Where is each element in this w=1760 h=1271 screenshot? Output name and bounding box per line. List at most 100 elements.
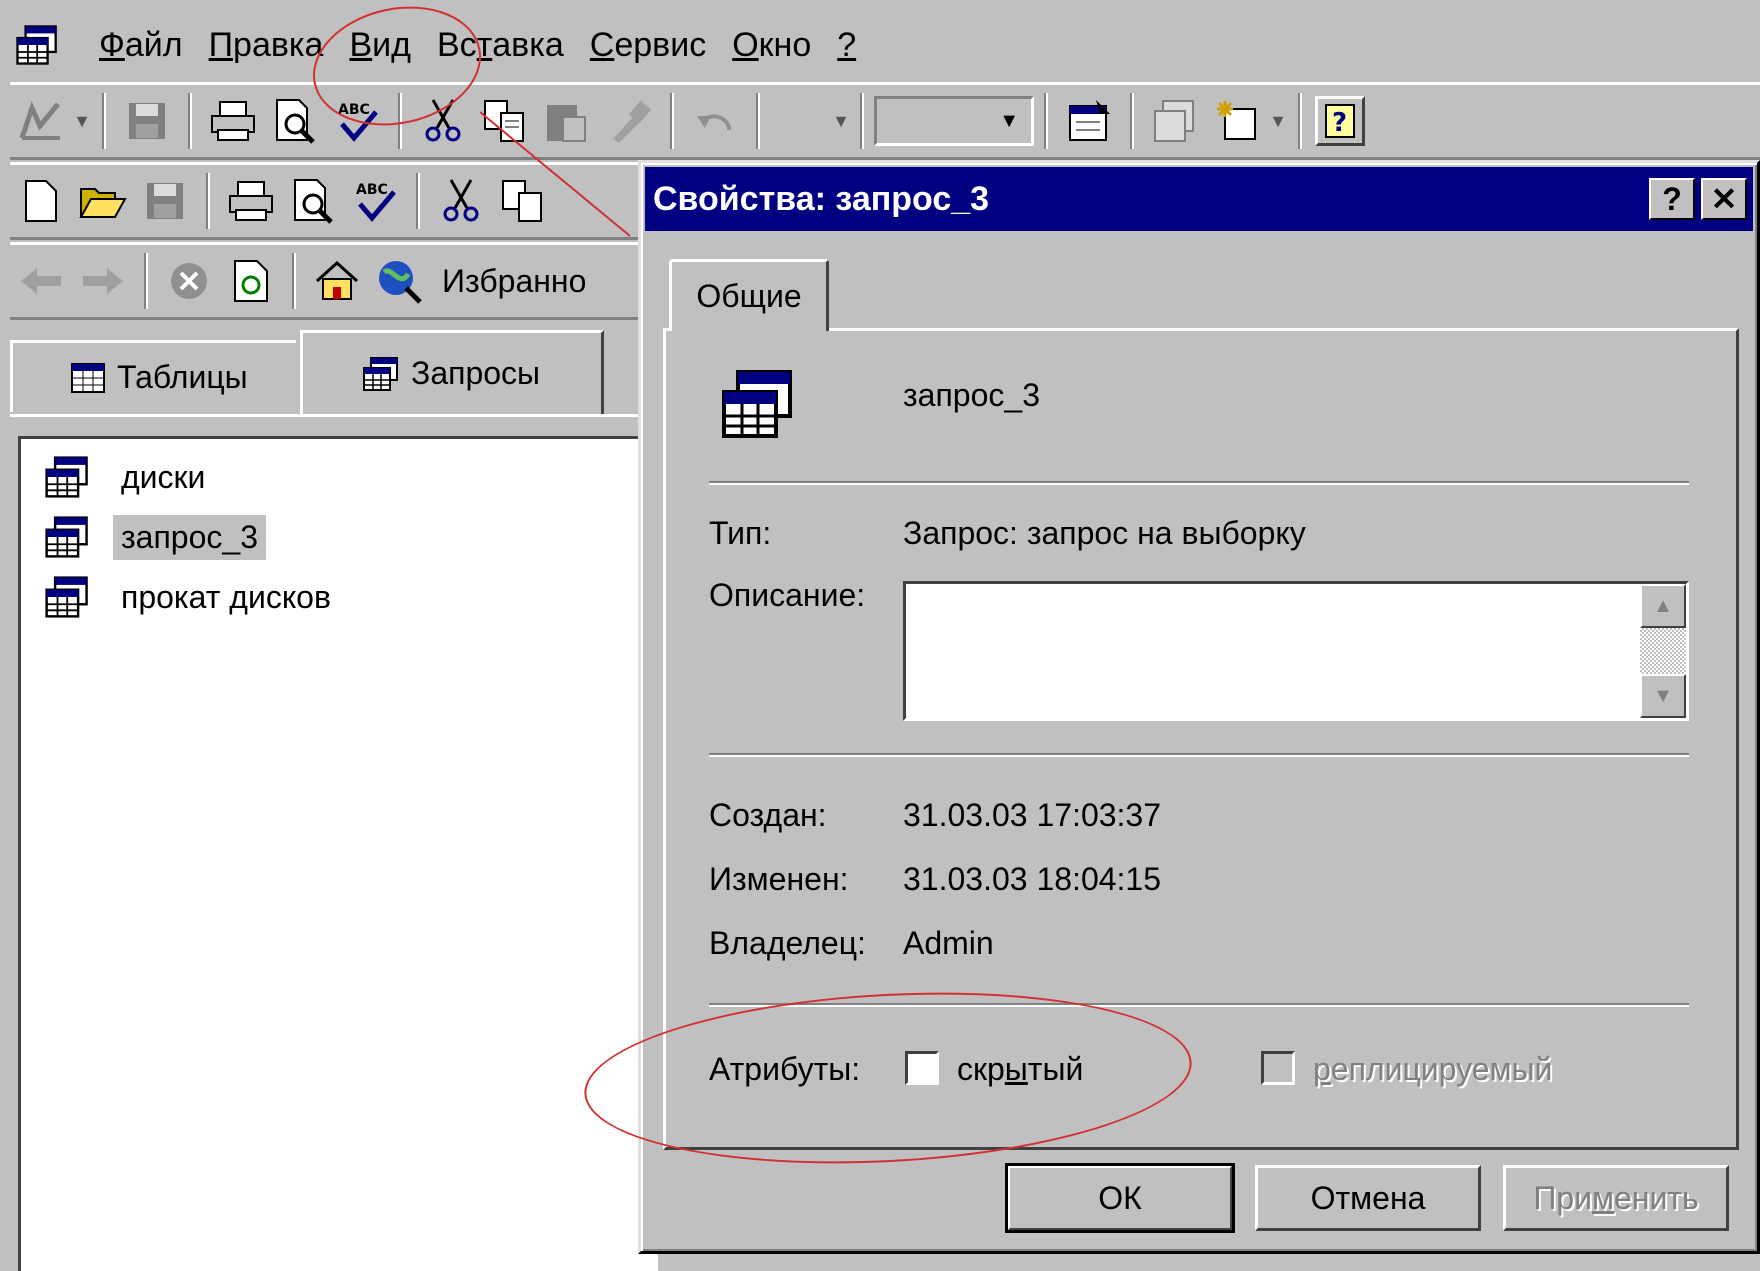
toolbar-separator <box>1298 93 1302 149</box>
search-web-icon[interactable] <box>371 253 427 309</box>
design-view-icon[interactable] <box>13 93 69 149</box>
description-scrollbar[interactable]: ▲ ▼ <box>1640 584 1686 718</box>
save-icon[interactable] <box>119 93 175 149</box>
toolbar-separator <box>398 93 402 149</box>
font-combo[interactable]: ▼ <box>874 96 1034 146</box>
dialog-title-bar[interactable]: Свойства: запрос_3 ? ✕ <box>645 167 1753 231</box>
tab-queries[interactable]: Запросы <box>300 330 604 414</box>
menu-tools[interactable]: Сервис <box>577 15 719 75</box>
object-name: запрос_3 <box>903 377 1040 413</box>
tab-tables-label: Таблицы <box>117 359 248 395</box>
toolbar-separator <box>416 173 420 229</box>
menu-help[interactable]: ? <box>824 15 869 75</box>
list-item-label: запрос_3 <box>113 514 266 560</box>
created-value: 31.03.03 17:03:37 <box>903 797 1162 833</box>
toolbar-separator <box>188 93 192 149</box>
properties-icon[interactable] <box>1061 93 1117 149</box>
tab-tables[interactable]: Таблицы <box>10 340 296 412</box>
query-large-icon <box>722 370 792 438</box>
svg-text:?: ? <box>1332 108 1347 138</box>
toolbar-separator <box>102 93 106 149</box>
help-icon[interactable]: ? <box>1315 96 1365 146</box>
print-preview-icon[interactable] <box>285 173 341 229</box>
query-list[interactable]: диски запрос_3 прокат дисков <box>18 436 658 1271</box>
refresh-icon[interactable] <box>223 253 279 309</box>
annotation-arrow-line <box>480 111 631 237</box>
query-icon <box>363 356 398 391</box>
database-toolbar: ▼ ABC ▼ ▼ ▼ ? <box>10 82 1760 160</box>
dropdown-arrow-icon[interactable]: ▼ <box>72 93 92 149</box>
query-icon <box>45 576 88 618</box>
divider <box>709 753 1689 757</box>
type-label: Тип: <box>709 515 772 551</box>
query-icon[interactable] <box>14 23 58 67</box>
help-button[interactable]: ? <box>1649 178 1695 220</box>
divider <box>709 481 1689 485</box>
list-item[interactable]: запрос_3 <box>43 509 266 565</box>
forward-arrow-icon[interactable] <box>75 253 131 309</box>
properties-dialog: Свойства: запрос_3 ? ✕ Общие запрос_3 Ти… <box>638 160 1760 1254</box>
tab-queries-label: Запросы <box>411 355 541 391</box>
scroll-up-icon[interactable]: ▲ <box>1640 584 1686 628</box>
print-icon[interactable] <box>205 93 261 149</box>
list-item[interactable]: прокат дисков <box>43 569 339 625</box>
favorites-label[interactable]: Избранно <box>442 263 586 300</box>
toolbar-separator <box>292 253 296 309</box>
owner-value: Admin <box>903 925 994 961</box>
combo-dropdown-icon[interactable]: ▼ <box>999 110 1031 133</box>
replicated-checkbox[interactable] <box>1261 1051 1295 1085</box>
new-object-icon[interactable] <box>1209 93 1265 149</box>
spelling-icon[interactable]: ABC <box>347 173 403 229</box>
menu-window[interactable]: Окно <box>719 15 824 75</box>
toolbar-separator <box>144 253 148 309</box>
home-icon[interactable] <box>309 253 365 309</box>
toolbar-separator <box>206 173 210 229</box>
dropdown-arrow-icon[interactable]: ▼ <box>770 93 850 149</box>
description-textarea[interactable]: ▲ ▼ <box>903 581 1689 721</box>
tab-strip-line <box>10 414 650 417</box>
back-arrow-icon[interactable] <box>13 253 69 309</box>
open-folder-icon[interactable] <box>75 173 131 229</box>
database-window-icon[interactable] <box>1147 93 1203 149</box>
menu-edit[interactable]: Правка <box>196 15 337 75</box>
hidden-checkbox-label[interactable]: скрытый <box>957 1051 1083 1088</box>
new-document-icon[interactable] <box>13 173 69 229</box>
description-label: Описание: <box>709 577 866 613</box>
toolbar-separator <box>756 93 760 149</box>
stop-icon[interactable] <box>161 253 217 309</box>
cancel-button[interactable]: Отмена <box>1255 1165 1481 1231</box>
menu-file[interactable]: Файл <box>86 15 196 75</box>
print-icon[interactable] <box>223 173 279 229</box>
apply-button[interactable]: При м енить <box>1503 1165 1729 1231</box>
owner-label: Владелец: <box>709 925 866 961</box>
modified-value: 31.03.03 18:04:15 <box>903 861 1162 897</box>
undo-icon[interactable] <box>687 93 743 149</box>
modified-label: Изменен: <box>709 861 849 897</box>
menu-insert[interactable]: Вс т авка <box>424 15 577 75</box>
svg-text:ABC: ABC <box>356 182 388 198</box>
toolbar-separator <box>1130 93 1134 149</box>
menu-view[interactable]: Вид <box>336 15 424 75</box>
query-icon <box>45 516 88 558</box>
tab-general[interactable]: Общие <box>669 259 829 331</box>
table-icon <box>71 362 105 393</box>
hidden-checkbox[interactable] <box>905 1051 939 1085</box>
cut-icon[interactable] <box>415 93 471 149</box>
tab-panel-general <box>663 328 1739 1150</box>
list-item[interactable]: диски <box>43 449 213 505</box>
print-preview-icon[interactable] <box>267 93 323 149</box>
spelling-icon[interactable]: ABC <box>329 93 385 149</box>
list-item-label: прокат дисков <box>121 578 331 615</box>
type-value: Запрос: запрос на выборку <box>903 515 1306 551</box>
save-icon[interactable] <box>137 173 193 229</box>
svg-text:ABC: ABC <box>338 102 370 118</box>
toolbar-separator <box>860 93 864 149</box>
toolbar-separator <box>670 93 674 149</box>
menu-bar: Файл Правка Вид Вс т авка Сервис Окно ? <box>10 0 1760 90</box>
scroll-down-icon[interactable]: ▼ <box>1640 674 1686 718</box>
dropdown-arrow-icon[interactable]: ▼ <box>1268 93 1288 149</box>
dialog-title: Свойства: запрос_3 <box>653 179 990 218</box>
ok-button[interactable]: ОК <box>1005 1163 1235 1233</box>
close-button[interactable]: ✕ <box>1701 178 1747 220</box>
created-label: Создан: <box>709 797 827 833</box>
